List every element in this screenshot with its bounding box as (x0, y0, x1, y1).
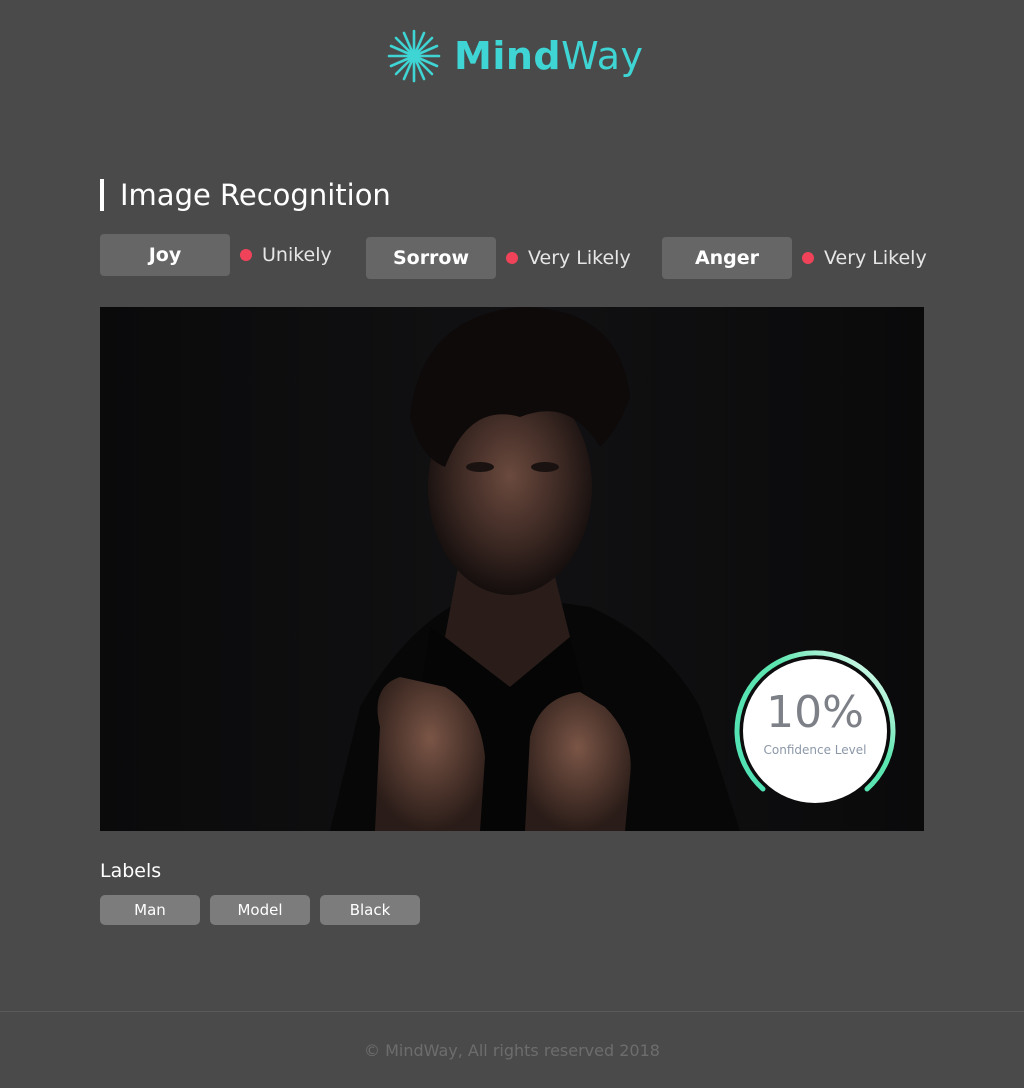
copyright-text: © MindWay, All rights reserved 2018 (364, 1040, 660, 1060)
emotion-likelihood-joy: Unikely (262, 244, 332, 266)
likelihood-indicator-dot (802, 252, 814, 264)
emotion-chip-joy[interactable]: Joy (100, 234, 230, 276)
emotion-likelihood-anger: Very Likely (824, 247, 927, 269)
brand-wordmark: MindWay (454, 37, 644, 75)
confidence-gauge: 10% Confidence Level (733, 649, 897, 813)
emotion-likelihood-sorrow: Very Likely (528, 247, 631, 269)
label-chip-model[interactable]: Model (210, 895, 310, 925)
label-chip-man[interactable]: Man (100, 895, 200, 925)
brand-logo[interactable]: MindWay (386, 28, 644, 84)
emotion-joy: Joy Unikely (100, 234, 332, 276)
brand-name-bold: Mind (454, 34, 562, 78)
labels-list: Man Model Black (100, 895, 420, 925)
labels-heading: Labels (100, 860, 162, 882)
section-header: Image Recognition (100, 178, 391, 212)
starburst-logo-icon (387, 29, 441, 83)
footer: © MindWay, All rights reserved 2018 (0, 1011, 1024, 1088)
confidence-label: Confidence Level (763, 743, 867, 757)
emotion-anger: Anger Very Likely (662, 237, 927, 279)
likelihood-indicator-dot (240, 249, 252, 261)
emotion-chip-anger[interactable]: Anger (662, 237, 792, 279)
likelihood-indicator-dot (506, 252, 518, 264)
emotion-chip-sorrow[interactable]: Sorrow (366, 237, 496, 279)
brand-name-light: Way (561, 34, 644, 78)
analyzed-image: 10% Confidence Level (100, 307, 924, 831)
page-title: Image Recognition (120, 178, 391, 212)
confidence-value: 10% (766, 687, 864, 738)
title-accent-bar (100, 179, 104, 211)
emotion-sorrow: Sorrow Very Likely (366, 237, 631, 279)
label-chip-black[interactable]: Black (320, 895, 420, 925)
